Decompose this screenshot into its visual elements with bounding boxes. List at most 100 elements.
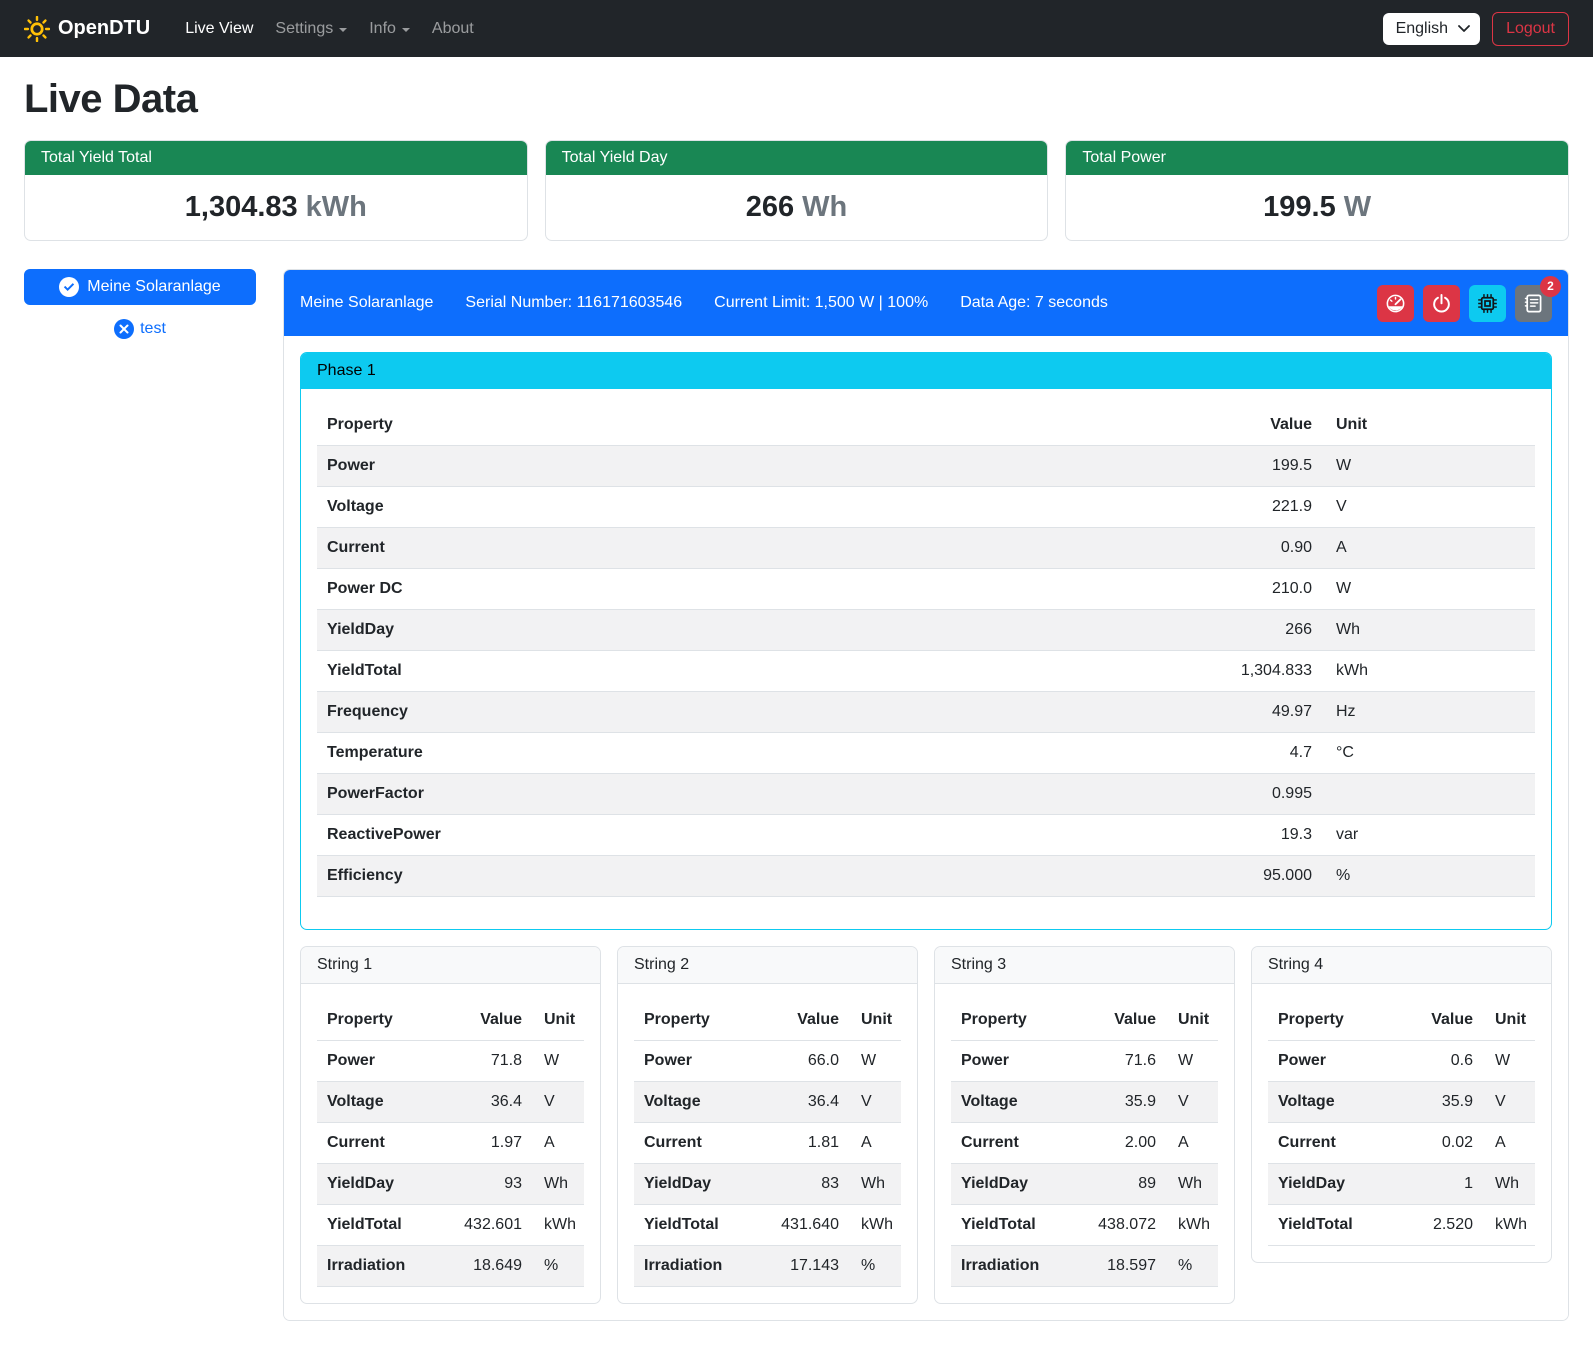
- cell-value: 36.4: [771, 1082, 847, 1123]
- nav-live-view[interactable]: Live View: [174, 12, 264, 46]
- cell-property: Voltage: [317, 487, 1200, 528]
- cell-value: 221.9: [1200, 487, 1320, 528]
- cell-property: Power: [634, 1041, 771, 1082]
- cell-unit: A: [847, 1123, 901, 1164]
- cell-property: Power DC: [317, 569, 1200, 610]
- cell-unit: Wh: [530, 1164, 584, 1205]
- nav-settings[interactable]: Settings: [264, 12, 358, 46]
- table-row: Current1.97A: [317, 1123, 584, 1164]
- cell-unit: Hz: [1320, 692, 1535, 733]
- table-row: Frequency49.97Hz: [317, 692, 1535, 733]
- table-row: YieldDay1Wh: [1268, 1164, 1535, 1205]
- cell-unit: %: [1320, 856, 1535, 897]
- cell-value: 83: [771, 1164, 847, 1205]
- cell-property: YieldDay: [317, 1164, 454, 1205]
- cell-property: YieldDay: [951, 1164, 1088, 1205]
- cell-property: Power: [317, 446, 1200, 487]
- table-row: YieldTotal2.520kWh: [1268, 1205, 1535, 1246]
- cell-value: 89: [1088, 1164, 1164, 1205]
- language-select[interactable]: English: [1383, 13, 1480, 45]
- string-4-table: Property Value Unit Power0.6WVoltage35.9…: [1268, 1000, 1535, 1246]
- event-log-button[interactable]: 2: [1515, 285, 1552, 322]
- string-2-table: Property Value Unit Power66.0WVoltage36.…: [634, 1000, 901, 1287]
- table-row: Current2.00A: [951, 1123, 1218, 1164]
- cell-unit: A: [1481, 1123, 1535, 1164]
- cell-property: Voltage: [317, 1082, 454, 1123]
- table-row: Irradiation17.143%: [634, 1246, 901, 1287]
- table-row: PowerFactor0.995: [317, 774, 1535, 815]
- cell-unit: A: [530, 1123, 584, 1164]
- strings-row: String 1 Property Value Unit: [300, 946, 1552, 1304]
- phase-title: Phase 1: [301, 353, 1551, 389]
- string-title: String 4: [1252, 947, 1551, 984]
- cell-value: 66.0: [771, 1041, 847, 1082]
- cell-value: 95.000: [1200, 856, 1320, 897]
- cell-unit: Wh: [1481, 1164, 1535, 1205]
- cell-value: 71.6: [1088, 1041, 1164, 1082]
- table-row: YieldDay89Wh: [951, 1164, 1218, 1205]
- logout-button[interactable]: Logout: [1492, 12, 1569, 46]
- cell-property: Temperature: [317, 733, 1200, 774]
- table-row: YieldDay266Wh: [317, 610, 1535, 651]
- power-settings-button[interactable]: [1423, 285, 1460, 322]
- inverter-name: Meine Solaranlage: [300, 294, 433, 312]
- nav-about[interactable]: About: [421, 12, 485, 46]
- power-icon: [1431, 293, 1452, 314]
- chevron-down-icon: [1458, 25, 1470, 33]
- card-title: Total Yield Total: [25, 141, 527, 175]
- cell-value: 0.90: [1200, 528, 1320, 569]
- cell-unit: [1320, 774, 1535, 815]
- cell-value: 71.8: [454, 1041, 530, 1082]
- table-row: YieldTotal431.640kWh: [634, 1205, 901, 1246]
- cell-property: Irradiation: [951, 1246, 1088, 1287]
- header-unit: Unit: [1320, 405, 1535, 446]
- cell-property: YieldTotal: [317, 1205, 454, 1246]
- string-title: String 3: [935, 947, 1234, 984]
- cell-value: 17.143: [771, 1246, 847, 1287]
- cell-unit: W: [847, 1041, 901, 1082]
- cell-property: YieldTotal: [1268, 1205, 1409, 1246]
- inverter-sidebar: Meine Solaranlage test: [24, 269, 256, 339]
- cell-unit: kWh: [1481, 1205, 1535, 1246]
- inverter-selected-button[interactable]: Meine Solaranlage: [24, 269, 256, 305]
- cell-value: 49.97: [1200, 692, 1320, 733]
- cell-unit: V: [1481, 1082, 1535, 1123]
- header-value: Value: [1200, 405, 1320, 446]
- table-row: Current1.81A: [634, 1123, 901, 1164]
- table-row: Current0.02A: [1268, 1123, 1535, 1164]
- brand-link[interactable]: OpenDTU: [24, 16, 150, 42]
- table-row: YieldDay83Wh: [634, 1164, 901, 1205]
- cell-value: 431.640: [771, 1205, 847, 1246]
- limit-settings-button[interactable]: [1377, 285, 1414, 322]
- cell-property: Current: [317, 528, 1200, 569]
- cell-value: 438.072: [1088, 1205, 1164, 1246]
- table-row: Temperature4.7°C: [317, 733, 1535, 774]
- cell-property: PowerFactor: [317, 774, 1200, 815]
- cell-unit: W: [1164, 1041, 1218, 1082]
- cell-unit: W: [1481, 1041, 1535, 1082]
- cell-unit: kWh: [1320, 651, 1535, 692]
- journal-text-icon: [1523, 293, 1544, 314]
- card-total-power: Total Power 199.5W: [1065, 140, 1569, 241]
- inverter-card: Meine Solaranlage Serial Number: 1161716…: [283, 269, 1569, 1321]
- cell-property: YieldDay: [634, 1164, 771, 1205]
- nav-info[interactable]: Info: [358, 12, 421, 46]
- cell-property: YieldDay: [1268, 1164, 1409, 1205]
- cell-value: 18.649: [454, 1246, 530, 1287]
- cell-unit: %: [1164, 1246, 1218, 1287]
- cell-value: 35.9: [1088, 1082, 1164, 1123]
- device-info-button[interactable]: [1469, 285, 1506, 322]
- header-property: Property: [317, 405, 1200, 446]
- table-header-row: Property Value Unit: [1268, 1000, 1535, 1041]
- cell-property: Voltage: [634, 1082, 771, 1123]
- caret-down-icon: [339, 28, 347, 32]
- table-row: Power0.6W: [1268, 1041, 1535, 1082]
- cell-unit: %: [847, 1246, 901, 1287]
- sidebar-item-test[interactable]: test: [24, 319, 256, 339]
- table-header-row: Property Value Unit: [951, 1000, 1218, 1041]
- table-row: Current0.90A: [317, 528, 1535, 569]
- cell-value: 0.995: [1200, 774, 1320, 815]
- card-title: Total Yield Day: [546, 141, 1048, 175]
- cell-unit: A: [1164, 1123, 1218, 1164]
- cell-property: Efficiency: [317, 856, 1200, 897]
